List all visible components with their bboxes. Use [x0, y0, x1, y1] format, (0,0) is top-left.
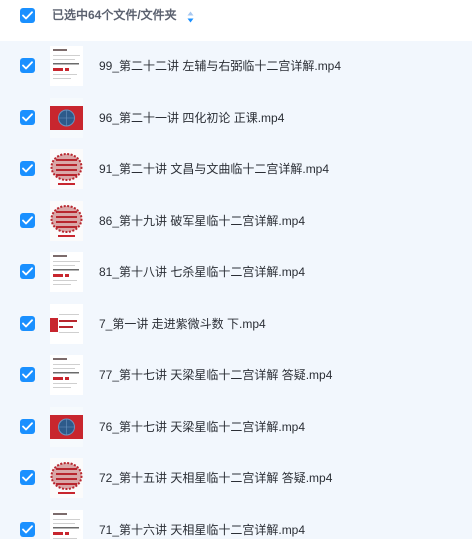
red-banner-thumbnail[interactable]	[50, 406, 83, 447]
selection-count-label: 已选中64个文件/文件夹	[52, 8, 177, 22]
file-checkbox[interactable]	[20, 367, 35, 382]
check-icon	[22, 370, 33, 379]
file-name[interactable]: 86_第十九讲 破军星临十二宫详解.mp4	[99, 213, 305, 230]
file-row[interactable]: 71_第十六讲 天相星临十二宫详解.mp4	[0, 505, 472, 539]
document-thumbnail[interactable]	[50, 509, 83, 539]
file-row[interactable]: 72_第十五讲 天相星临十二宫详解 答疑.mp4	[0, 453, 472, 505]
check-icon	[22, 267, 33, 276]
stamp-thumbnail[interactable]	[50, 149, 83, 189]
file-name[interactable]: 91_第二十讲 文昌与文曲临十二宫详解.mp4	[99, 161, 329, 178]
file-row[interactable]: 76_第十七讲 天梁星临十二宫详解.mp4	[0, 402, 472, 454]
file-checkbox[interactable]	[20, 418, 35, 434]
file-name[interactable]: 96_第二十一讲 四化初论 正课.mp4	[99, 110, 284, 127]
file-name[interactable]: 77_第十七讲 天梁星临十二宫详解 答疑.mp4	[99, 367, 332, 384]
file-row[interactable]: 86_第十九讲 破军星临十二宫详解.mp4	[0, 196, 472, 248]
selection-header: 已选中64个文件/文件夹	[0, 0, 472, 32]
file-name[interactable]: 99_第二十二讲 左辅与右弼临十二宫详解.mp4	[99, 58, 341, 75]
file-name[interactable]: 81_第十八讲 七杀星临十二宫详解.mp4	[99, 264, 305, 281]
check-icon	[22, 113, 33, 122]
mixed-thumbnail[interactable]	[50, 303, 83, 344]
file-row[interactable]: 91_第二十讲 文昌与文曲临十二宫详解.mp4	[0, 144, 472, 196]
file-checkbox[interactable]	[20, 470, 35, 485]
check-icon	[22, 11, 33, 20]
file-checkbox[interactable]	[20, 521, 35, 537]
sort-arrows-icon[interactable]	[187, 10, 194, 28]
stamp-thumbnail[interactable]	[50, 458, 83, 498]
red-banner-thumbnail[interactable]	[50, 97, 83, 138]
file-checkbox[interactable]	[20, 58, 35, 73]
file-row[interactable]: 81_第十八讲 七杀星临十二宫详解.mp4	[0, 247, 472, 299]
document-thumbnail[interactable]	[50, 252, 83, 292]
check-icon	[22, 473, 33, 482]
file-checkbox[interactable]	[20, 109, 35, 125]
file-row[interactable]: 77_第十七讲 天梁星临十二宫详解 答疑.mp4	[0, 350, 472, 402]
file-name[interactable]: 7_第一讲 走进紫微斗数 下.mp4	[99, 316, 266, 333]
file-name[interactable]: 71_第十六讲 天相星临十二宫详解.mp4	[99, 522, 305, 539]
file-name[interactable]: 72_第十五讲 天相星临十二宫详解 答疑.mp4	[99, 470, 332, 487]
check-icon	[22, 525, 33, 534]
document-thumbnail[interactable]	[50, 355, 83, 395]
file-row[interactable]: 96_第二十一讲 四化初论 正课.mp4	[0, 93, 472, 145]
file-checkbox[interactable]	[20, 212, 35, 228]
stamp-thumbnail[interactable]	[50, 200, 83, 241]
file-row[interactable]: 99_第二十二讲 左辅与右弼临十二宫详解.mp4	[0, 41, 472, 93]
file-row[interactable]: 7_第一讲 走进紫微斗数 下.mp4	[0, 299, 472, 351]
file-checkbox[interactable]	[20, 161, 35, 176]
check-icon	[22, 422, 33, 431]
file-checkbox[interactable]	[20, 315, 35, 331]
select-all-checkbox[interactable]	[20, 8, 35, 23]
check-icon	[22, 319, 33, 328]
file-checkbox[interactable]	[20, 264, 35, 279]
check-icon	[22, 164, 33, 173]
file-list: 99_第二十二讲 左辅与右弼临十二宫详解.mp4 96_第二十一讲 四化初论 正课…	[0, 41, 472, 539]
check-icon	[22, 216, 33, 225]
check-icon	[22, 61, 33, 70]
document-thumbnail[interactable]	[50, 46, 83, 86]
file-name[interactable]: 76_第十七讲 天梁星临十二宫详解.mp4	[99, 419, 305, 436]
